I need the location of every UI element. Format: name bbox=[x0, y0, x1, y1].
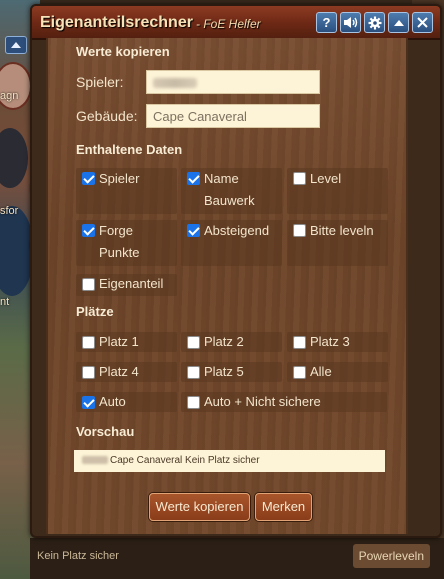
powerlevel-button[interactable]: Powerleveln bbox=[352, 544, 430, 568]
checkbox-platz-3[interactable] bbox=[293, 336, 306, 349]
background-bottom-bar: Kein Platz sicher Powerleveln bbox=[30, 538, 444, 579]
building-field[interactable]: Cape Canaveral bbox=[146, 104, 320, 128]
bg-text-2: sfor bbox=[0, 205, 19, 217]
option-bitte-leveln[interactable]: Bitte leveln bbox=[287, 220, 388, 266]
checkbox-eigenanteil[interactable] bbox=[82, 278, 95, 291]
option-platz-3[interactable]: Platz 3 bbox=[287, 332, 388, 352]
checkbox-platz-5[interactable] bbox=[187, 366, 200, 379]
checkbox-auto-nicht-sichere[interactable] bbox=[187, 396, 200, 409]
expand-up-button[interactable] bbox=[5, 36, 27, 54]
checkbox-bitte-leveln[interactable] bbox=[293, 224, 306, 237]
checkbox-absteigend[interactable] bbox=[187, 224, 200, 237]
option-forge-punkte[interactable]: Forge Punkte bbox=[76, 220, 177, 266]
option-absteigend[interactable]: Absteigend bbox=[181, 220, 282, 266]
gear-icon bbox=[368, 16, 381, 29]
help-icon: ? bbox=[322, 15, 331, 30]
option-alle[interactable]: Alle bbox=[287, 362, 388, 382]
bg-text-3: nt bbox=[0, 296, 10, 308]
checkbox-name-bauwerk[interactable] bbox=[187, 172, 200, 185]
checkbox-alle[interactable] bbox=[293, 366, 306, 379]
minimize-button[interactable] bbox=[388, 12, 409, 33]
help-button[interactable]: ? bbox=[316, 12, 337, 33]
option-level[interactable]: Level bbox=[287, 168, 388, 214]
player-field[interactable] bbox=[146, 70, 320, 94]
section-heading-preview: Vorschau bbox=[76, 424, 135, 439]
building-label: Gebäude: bbox=[76, 108, 138, 124]
option-auto[interactable]: Auto bbox=[76, 392, 177, 412]
section-heading-copy: Werte kopieren bbox=[76, 44, 170, 59]
option-name-bauwerk[interactable]: Name Bauwerk bbox=[181, 168, 282, 214]
option-platz-2[interactable]: Platz 2 bbox=[181, 332, 282, 352]
sound-icon bbox=[344, 17, 358, 28]
checkbox-level[interactable] bbox=[293, 172, 306, 185]
checkbox-platz-4[interactable] bbox=[82, 366, 95, 379]
avatar-3 bbox=[0, 206, 34, 296]
checkbox-auto[interactable] bbox=[82, 396, 95, 409]
option-eigenanteil[interactable]: Eigenanteil bbox=[76, 274, 177, 296]
bg-status-text: Kein Platz sicher bbox=[37, 550, 119, 562]
copy-values-button[interactable]: Werte kopieren bbox=[149, 493, 250, 521]
preview-player-redacted bbox=[82, 456, 108, 464]
player-name-redacted bbox=[153, 78, 197, 88]
preview-box: Cape Canaveral Kein Platz sicher bbox=[74, 450, 385, 472]
sound-button[interactable] bbox=[340, 12, 361, 33]
bg-text-1: agn bbox=[0, 90, 19, 102]
avatar-1 bbox=[0, 62, 32, 110]
window-subtitle: - FoE Helfer bbox=[196, 17, 261, 31]
option-platz-1[interactable]: Platz 1 bbox=[76, 332, 177, 352]
close-icon bbox=[417, 17, 428, 28]
checkbox-platz-2[interactable] bbox=[187, 336, 200, 349]
option-platz-5[interactable]: Platz 5 bbox=[181, 362, 282, 382]
checkbox-forge-punkte[interactable] bbox=[82, 224, 95, 237]
avatar-2 bbox=[0, 128, 28, 188]
preview-text: Cape Canaveral Kein Platz sicher bbox=[110, 455, 260, 466]
option-auto-nicht-sichere[interactable]: Auto + Nicht sichere bbox=[181, 392, 387, 412]
section-heading-places: Plätze bbox=[76, 304, 114, 319]
option-spieler[interactable]: Spieler bbox=[76, 168, 177, 214]
remember-button[interactable]: Merken bbox=[255, 493, 312, 521]
close-button[interactable] bbox=[412, 12, 433, 33]
window-title: Eigenanteilsrechner bbox=[40, 14, 193, 31]
option-platz-4[interactable]: Platz 4 bbox=[76, 362, 177, 382]
settings-button[interactable] bbox=[364, 12, 385, 33]
checkbox-platz-1[interactable] bbox=[82, 336, 95, 349]
checkbox-spieler[interactable] bbox=[82, 172, 95, 185]
title-bar[interactable]: Eigenanteilsrechner - FoE Helfer ? bbox=[32, 6, 440, 40]
player-label: Spieler: bbox=[76, 74, 124, 90]
section-heading-included: Enthaltene Daten bbox=[76, 142, 183, 157]
chevron-up-icon bbox=[393, 19, 404, 26]
